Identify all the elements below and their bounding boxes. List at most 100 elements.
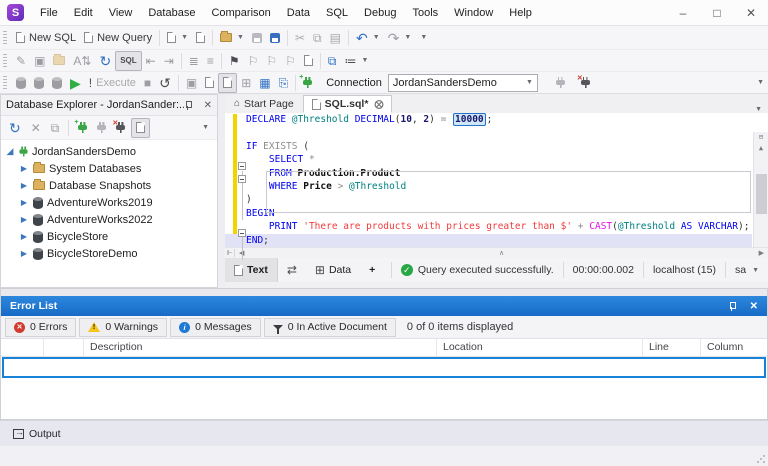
explorer-new-connection-button[interactable]: + [74, 118, 91, 138]
menu-help[interactable]: Help [501, 0, 540, 26]
collapse-splitter-icon[interactable]: ∧ [248, 249, 754, 257]
explorer-duplicate-button[interactable]: ⧉ [47, 118, 64, 138]
connect-button[interactable] [552, 73, 569, 93]
chevron-collapsed-icon[interactable]: ▶ [19, 232, 29, 241]
connection-combobox[interactable]: JordanSandersDemo ▼ [388, 74, 538, 92]
tree-item-adventureworks2019[interactable]: ▶ AdventureWorks2019 [1, 194, 217, 211]
list-members-button[interactable]: ≔▼ [341, 51, 373, 71]
tree-item-bicyclestore[interactable]: ▶ BicycleStore [1, 228, 217, 245]
menu-debug[interactable]: Debug [356, 0, 404, 26]
column-icon[interactable] [1, 339, 44, 356]
chevron-collapsed-icon[interactable]: ▶ [19, 215, 29, 224]
paste-button[interactable]: ▤ [326, 28, 345, 48]
explorer-sync-document-button[interactable] [131, 118, 150, 138]
tab-data-results[interactable]: ⊞ Data [306, 258, 360, 282]
chevron-collapsed-icon[interactable]: ▶ [19, 164, 29, 173]
selected-empty-row[interactable] [2, 357, 766, 378]
explorer-disconnect-button[interactable]: ✕ [112, 118, 129, 138]
new-connection-button[interactable]: + [299, 73, 316, 93]
menu-edit[interactable]: Edit [66, 0, 101, 26]
column-flag[interactable] [44, 339, 84, 356]
column-column[interactable]: Column [701, 339, 767, 356]
chevron-collapsed-icon[interactable]: ▶ [19, 198, 29, 207]
output-tab[interactable]: Output [5, 424, 69, 444]
comment-lines-button[interactable]: ≣ [185, 51, 203, 71]
resize-grip[interactable] [756, 454, 765, 463]
cut-button[interactable]: ✂ [291, 28, 309, 48]
maximize-button[interactable]: □ [700, 0, 734, 26]
scroll-right-icon[interactable]: ▶ [755, 249, 768, 257]
sort-button[interactable]: A⇅ [69, 51, 95, 71]
toolbar3-overflow-button[interactable]: ▼ [752, 73, 768, 93]
pin-icon[interactable] [728, 301, 736, 311]
messages-filter-button[interactable]: i 0 Messages [170, 318, 261, 337]
fold-collapse-icon[interactable] [238, 175, 246, 183]
clear-bookmarks-button[interactable]: ⚐ [281, 51, 300, 71]
tree-item-adventureworks2022[interactable]: ▶ AdventureWorks2022 [1, 211, 217, 228]
swap-results-button[interactable]: ⇄ [278, 258, 306, 282]
menu-file[interactable]: File [32, 0, 66, 26]
undo-button[interactable]: ↶▼ [352, 28, 384, 48]
active-document-filter-button[interactable]: 0 In Active Document [264, 318, 396, 337]
warnings-filter-button[interactable]: 0 Warnings [79, 318, 167, 337]
tree-item-system-databases[interactable]: ▶ System Databases [1, 160, 217, 177]
horizontal-splitter[interactable] [1, 289, 767, 296]
results-to-grid-button[interactable] [218, 73, 237, 93]
tree-item-bicyclestoredemo[interactable]: ▶ BicycleStoreDemo [1, 245, 217, 262]
uncomment-lines-button[interactable]: ≡ [203, 51, 218, 71]
save-all-button[interactable] [266, 28, 284, 48]
menu-sql[interactable]: SQL [318, 0, 356, 26]
snippet-button[interactable]: ▣ [30, 51, 49, 71]
visualize-button[interactable]: ▦ [255, 73, 274, 93]
next-bookmark-button[interactable]: ⚐ [262, 51, 281, 71]
editor-vertical-scrollbar[interactable]: ⊟ ▲ ▼ [753, 132, 768, 266]
menu-tools[interactable]: Tools [404, 0, 446, 26]
column-line[interactable]: Line [643, 339, 701, 356]
execution-history-button[interactable]: ↺ [155, 73, 175, 93]
split-editor-handle[interactable]: ⊟ [754, 132, 768, 143]
tab-start-page[interactable]: ⌂ Start Page [225, 95, 303, 113]
errors-filter-button[interactable]: ✕ 0 Errors [5, 318, 76, 337]
format-file-button[interactable] [49, 51, 69, 71]
sql-formatter-button[interactable]: SQL [115, 51, 141, 71]
execute-play-button[interactable]: ▶ [66, 73, 85, 93]
chevron-collapsed-icon[interactable]: ▶ [19, 249, 29, 258]
refresh-code-button[interactable]: ↻ [95, 51, 115, 71]
editor-horizontal-scrollbar[interactable]: ⊩ ◀ ∧ ▶ [225, 247, 768, 258]
explorer-overflow-button[interactable]: ▼ [197, 118, 213, 138]
prev-bookmark-button[interactable]: ⚐ [244, 51, 263, 71]
explorer-connect-button[interactable] [93, 118, 110, 138]
fold-collapse-icon[interactable] [238, 162, 246, 170]
tab-text-results[interactable]: Text [225, 258, 278, 282]
toolbar1-overflow-button[interactable]: ▼ [415, 28, 431, 48]
panel-splitter[interactable] [218, 94, 225, 288]
user-name[interactable]: sa ▼ [725, 262, 768, 278]
new-window-button[interactable] [192, 28, 209, 48]
menu-view[interactable]: View [101, 0, 141, 26]
chevron-collapsed-icon[interactable]: ▶ [19, 181, 29, 190]
copy-button[interactable]: ⧉ [309, 28, 326, 48]
export-results-button[interactable] [201, 73, 218, 93]
execute-button[interactable]: ! Execute [85, 73, 140, 93]
new-snippet-button[interactable]: ⎘ [275, 73, 293, 93]
explorer-delete-button[interactable]: ✕ [27, 118, 45, 138]
scroll-up-icon[interactable]: ▲ [754, 143, 768, 154]
close-panel-icon[interactable]: ✕ [750, 301, 758, 312]
new-query-button[interactable]: New Query [80, 28, 156, 48]
pin-icon[interactable] [184, 100, 192, 110]
disconnect-button[interactable]: ✕ [577, 73, 594, 93]
comment-button[interactable]: ✎ [12, 51, 30, 71]
increase-indent-button[interactable]: ⇥ [160, 51, 178, 71]
close-tab-icon[interactable]: ⨂ [374, 99, 383, 110]
fold-collapse-icon[interactable] [238, 229, 246, 237]
redo-button[interactable]: ↷▼ [384, 28, 416, 48]
open-file-button[interactable]: ▼ [216, 28, 248, 48]
column-description[interactable]: Description [84, 339, 437, 356]
manage-connections-button[interactable] [12, 73, 30, 93]
menu-data[interactable]: Data [279, 0, 318, 26]
scrollbar-thumb[interactable] [756, 174, 767, 214]
close-panel-icon[interactable]: ✕ [204, 100, 212, 111]
stop-button[interactable]: ■ [140, 73, 155, 93]
layout-button[interactable]: ⊞ [237, 73, 255, 93]
tree-item-connection[interactable]: ◢ JordanSandersDemo [1, 143, 217, 160]
